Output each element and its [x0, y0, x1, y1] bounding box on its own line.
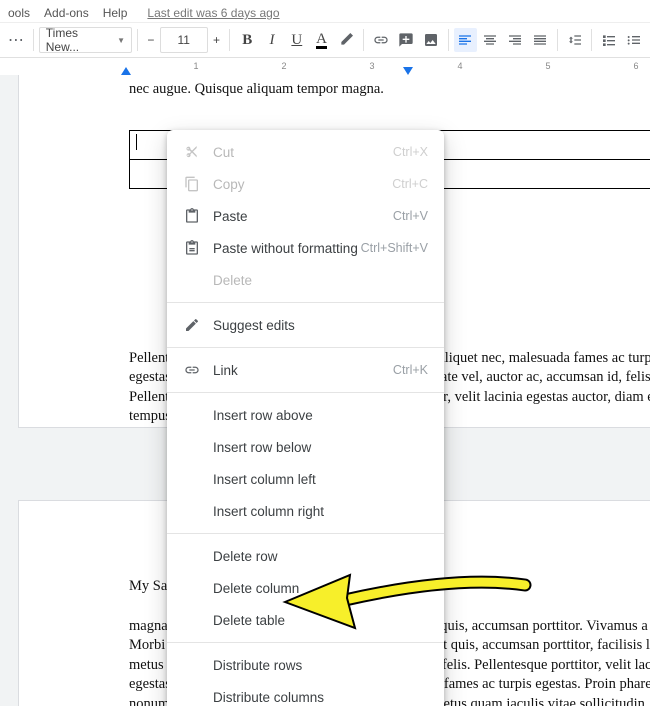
ruler-label: 6: [633, 61, 638, 71]
ruler-label: 3: [369, 61, 374, 71]
separator: [229, 29, 230, 51]
menu-item-shortcut: Ctrl+Shift+V: [361, 241, 428, 255]
menu-item-insert-row-below[interactable]: Insert row below: [167, 431, 444, 463]
bold-button[interactable]: B: [235, 28, 259, 52]
menu-divider: [167, 302, 444, 303]
font-size-input[interactable]: 11: [160, 27, 208, 53]
insert-image-button[interactable]: [419, 28, 443, 52]
text-cursor: [136, 134, 137, 150]
menu-item-cut: Cut Ctrl+X: [167, 136, 444, 168]
checklist-button[interactable]: [597, 28, 621, 52]
menu-item-shortcut: Ctrl+C: [392, 177, 428, 191]
menu-tools[interactable]: ools: [8, 6, 30, 20]
menu-item-distribute-columns[interactable]: Distribute columns: [167, 681, 444, 706]
ruler-label: 4: [457, 61, 462, 71]
align-right-button[interactable]: [503, 28, 527, 52]
italic-button[interactable]: I: [260, 28, 284, 52]
ruler-label: 1: [193, 61, 198, 71]
font-family-select[interactable]: Times New... ▼: [39, 27, 132, 53]
indent-marker[interactable]: [403, 67, 413, 75]
cut-icon: [181, 144, 203, 160]
menu-item-paste[interactable]: Paste Ctrl+V: [167, 200, 444, 232]
last-edit-link[interactable]: Last edit was 6 days ago: [147, 6, 279, 20]
bulleted-list-button[interactable]: [622, 28, 646, 52]
ruler-label: 5: [545, 61, 550, 71]
table-cell[interactable]: [422, 159, 650, 188]
menu-item-label: Delete: [203, 273, 428, 288]
paste-icon: [181, 208, 203, 224]
menu-item-copy: Copy Ctrl+C: [167, 168, 444, 200]
align-justify-button[interactable]: [528, 28, 552, 52]
menu-item-shortcut: Ctrl+K: [393, 363, 428, 377]
separator: [137, 29, 138, 51]
menu-item-label: Cut: [203, 145, 393, 160]
menu-item-insert-column-right[interactable]: Insert column right: [167, 495, 444, 527]
add-comment-button[interactable]: [394, 28, 418, 52]
separator: [557, 29, 558, 51]
menu-item-paste-without-formatting[interactable]: Paste without formatting Ctrl+Shift+V: [167, 232, 444, 264]
menu-help[interactable]: Help: [103, 6, 128, 20]
menu-addons[interactable]: Add-ons: [44, 6, 89, 20]
menu-item-label: Link: [203, 363, 393, 378]
separator: [363, 29, 364, 51]
paragraph[interactable]: nec augue. Quisque aliquam tempor magna.: [129, 80, 650, 100]
menu-item-suggest-edits[interactable]: Suggest edits: [167, 309, 444, 341]
separator: [33, 29, 34, 51]
menu-item-delete: Delete: [167, 264, 444, 296]
menu-item-insert-column-left[interactable]: Insert column left: [167, 463, 444, 495]
menu-bar: ools Add-ons Help Last edit was 6 days a…: [0, 0, 650, 23]
menu-item-delete-row[interactable]: Delete row: [167, 540, 444, 572]
menu-item-shortcut: Ctrl+X: [393, 145, 428, 159]
menu-item-distribute-rows[interactable]: Distribute rows: [167, 649, 444, 681]
toolbar: ⋯ Times New... ▼ − 11 + B I U A: [0, 23, 650, 58]
align-center-button[interactable]: [478, 28, 502, 52]
font-size-increase[interactable]: +: [209, 28, 225, 52]
menu-item-label: Paste: [203, 209, 393, 224]
menu-divider: [167, 533, 444, 534]
menu-divider: [167, 347, 444, 348]
separator: [591, 29, 592, 51]
paste-plain-icon: [181, 240, 203, 256]
menu-item-shortcut: Ctrl+V: [393, 209, 428, 223]
line-spacing-button[interactable]: [563, 28, 587, 52]
table-cell[interactable]: [422, 130, 650, 159]
menu-divider: [167, 392, 444, 393]
font-family-value: Times New...: [46, 26, 111, 54]
insert-link-button[interactable]: [369, 28, 393, 52]
font-size-decrease[interactable]: −: [143, 28, 159, 52]
menu-item-link[interactable]: Link Ctrl+K: [167, 354, 444, 386]
text-color-button[interactable]: A: [310, 28, 334, 52]
context-menu: Cut Ctrl+X Copy Ctrl+C Paste Ctrl+V Past…: [167, 130, 444, 706]
highlight-color-button[interactable]: [334, 28, 358, 52]
underline-button[interactable]: U: [285, 28, 309, 52]
ruler-label: 2: [281, 61, 286, 71]
suggest-icon: [181, 317, 203, 333]
menu-item-insert-row-above[interactable]: Insert row above: [167, 399, 444, 431]
menu-item-label: Suggest edits: [203, 318, 428, 333]
separator: [448, 29, 449, 51]
copy-icon: [181, 176, 203, 192]
menu-item-label: Paste without formatting: [203, 241, 361, 256]
link-icon: [181, 362, 203, 378]
menu-item-delete-table[interactable]: Delete table: [167, 604, 444, 636]
more-button[interactable]: ⋯: [4, 28, 28, 52]
indent-marker[interactable]: [121, 67, 131, 75]
menu-item-label: Copy: [203, 177, 392, 192]
menu-item-delete-column[interactable]: Delete column: [167, 572, 444, 604]
menu-divider: [167, 642, 444, 643]
chevron-down-icon: ▼: [117, 36, 125, 45]
align-left-button[interactable]: [454, 28, 478, 52]
